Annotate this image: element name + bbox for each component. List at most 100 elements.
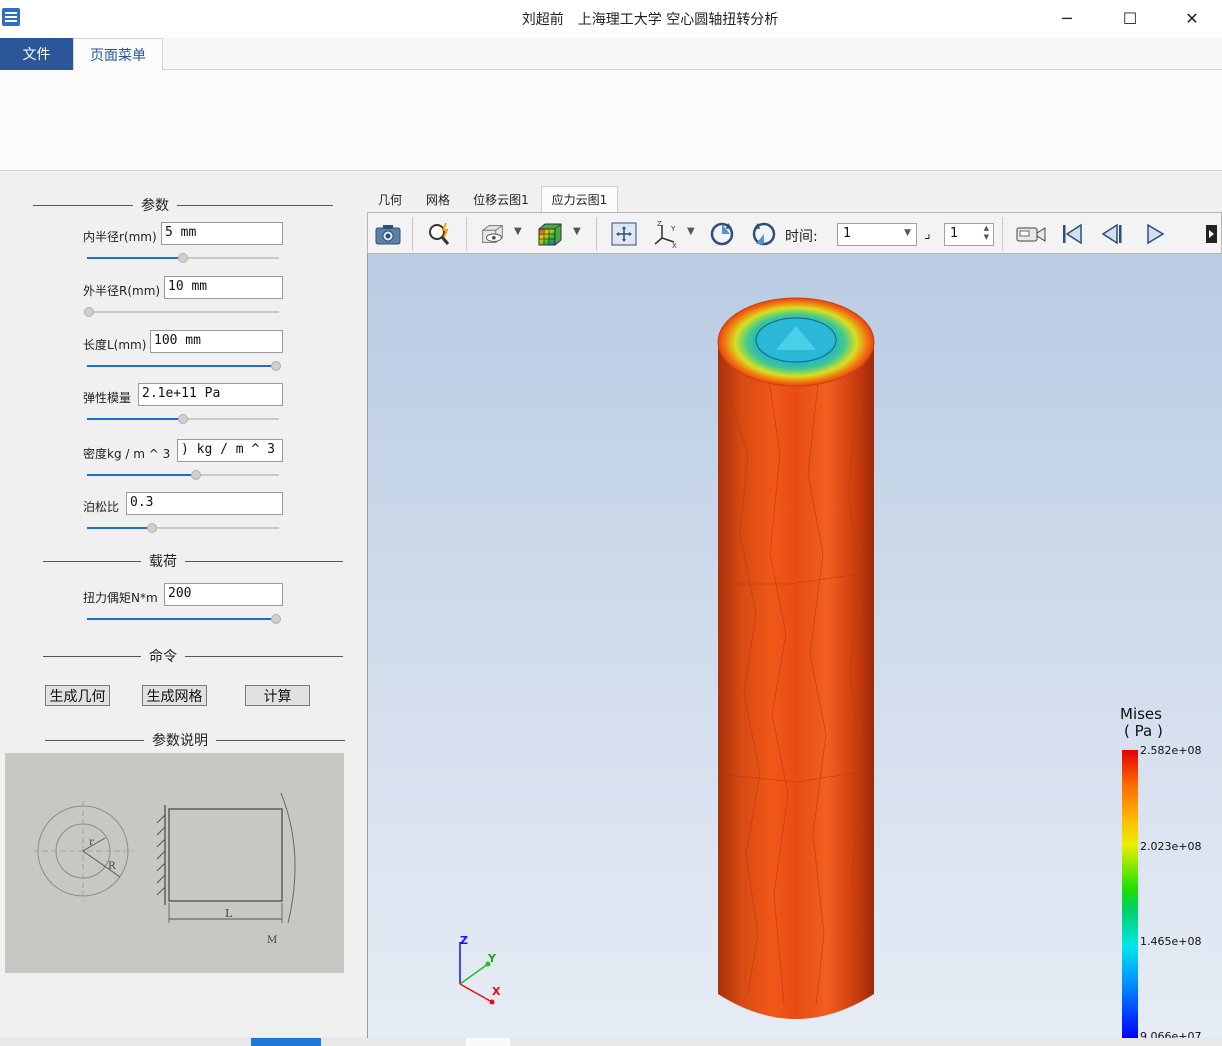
step-value: 1: [950, 226, 959, 241]
sketch-drawing: r R L M: [5, 753, 344, 973]
rotate-ccw-icon[interactable]: [750, 220, 778, 248]
ribbon-body: [0, 70, 1222, 171]
tab-displacement[interactable]: 位移云图1: [466, 186, 536, 212]
record-video-icon[interactable]: [1014, 220, 1048, 248]
tab-mesh[interactable]: 网格: [418, 186, 458, 212]
maximize-button[interactable]: ☐: [1099, 0, 1161, 36]
time-select[interactable]: 1 ▼: [837, 223, 917, 246]
display-mode-icon[interactable]: [478, 220, 506, 248]
slider-thumb: [178, 253, 188, 263]
stress-contour-render: Z Y X: [459, 297, 875, 1019]
legend-unit: ( Pa ): [1124, 722, 1163, 740]
slider-fill: [87, 418, 178, 420]
inner-radius-label: 内半径r(mm): [83, 230, 157, 244]
tab-file[interactable]: 文件: [0, 38, 73, 70]
torque-input[interactable]: 200: [164, 583, 283, 606]
outer-radius-label: 外半径R(mm): [83, 284, 161, 298]
left-panel: 参数 内半径r(mm) 5 mm 外半径R(mm) 10 mm 长度L(mm) …: [0, 172, 366, 1046]
density-slider[interactable]: [87, 470, 279, 480]
compute-button[interactable]: 计算: [245, 685, 310, 706]
inner-radius-slider[interactable]: [87, 253, 279, 263]
step-spinbox[interactable]: 1 ▲ ▼: [944, 223, 994, 246]
fit-view-icon[interactable]: [610, 220, 638, 248]
legend-label-2: 2.023e+08: [1140, 840, 1202, 853]
elastic-modulus-slider[interactable]: [87, 414, 279, 424]
minimize-button[interactable]: ─: [1036, 0, 1098, 36]
poisson-ratio-slider[interactable]: [87, 523, 279, 533]
ribbon-tabs: 文件 页面菜单: [0, 38, 1222, 71]
legend-label-min: 9.066e+07: [1140, 1030, 1202, 1038]
elastic-modulus-input[interactable]: 2.1e+11 Pa: [138, 383, 283, 406]
3d-viewport[interactable]: Z Y X Mises ( Pa ) 2.582e+08 2.023e+08 1…: [367, 254, 1222, 1038]
slider-thumb: [271, 614, 281, 624]
sketch-label-R: R: [108, 861, 116, 872]
legend-label-max: 2.582e+08: [1140, 744, 1202, 757]
poisson-ratio-input[interactable]: 0.3: [126, 492, 283, 515]
density-input[interactable]: ) kg / m ^ 3: [177, 439, 283, 462]
first-frame-icon[interactable]: [1058, 220, 1086, 248]
density-label: 密度kg / m ^ 3: [83, 447, 171, 461]
parameter-sketch-image: r R L M: [5, 753, 344, 973]
time-select-value: 1: [843, 226, 852, 241]
axis-x-label: X: [492, 985, 501, 998]
sketch-label-M: M: [267, 935, 277, 946]
slider-thumb: [271, 361, 281, 371]
sketch-label-r: r: [89, 837, 94, 848]
colormap-dropdown-icon[interactable]: ▼: [573, 226, 581, 237]
tab-stress[interactable]: 应力云图1: [541, 186, 618, 212]
axes-triad: Z Y X: [459, 934, 501, 1005]
close-button[interactable]: ✕: [1161, 0, 1222, 36]
poisson-ratio-label: 泊松比: [83, 500, 120, 514]
length-label: 长度L(mm): [83, 338, 147, 352]
spin-arrows-icon[interactable]: ▲ ▼: [984, 224, 989, 242]
tab-page-menu[interactable]: 页面菜单: [73, 38, 163, 71]
toolbar-overflow-icon[interactable]: [1202, 220, 1220, 248]
play-icon[interactable]: [1141, 220, 1169, 248]
params-title-text: 参数: [141, 198, 169, 214]
legend-title: Mises: [1120, 705, 1162, 723]
load-title-text: 载荷: [149, 554, 177, 570]
camera-icon[interactable]: [374, 220, 402, 248]
taskbar-strip: [0, 1037, 1222, 1046]
slider-fill: [87, 365, 271, 367]
zoom-icon[interactable]: [426, 220, 454, 248]
taskbar-active-item[interactable]: [251, 1038, 321, 1046]
axes-dropdown-icon[interactable]: ▼: [687, 226, 695, 237]
svg-text:Y: Y: [670, 225, 676, 233]
length-input[interactable]: 100 mm: [150, 330, 283, 353]
svg-text:X: X: [672, 242, 677, 248]
elastic-modulus-label: 弹性模量: [83, 391, 132, 405]
outer-radius-slider[interactable]: [84, 307, 279, 317]
inner-radius-input[interactable]: 5 mm: [161, 222, 283, 245]
commands-group-title: 命令: [43, 646, 343, 666]
slider-fill: [87, 618, 271, 620]
slider-thumb: [191, 470, 201, 480]
rotate-cw-icon[interactable]: [708, 220, 736, 248]
outer-radius-input[interactable]: 10 mm: [164, 276, 283, 299]
generate-mesh-button[interactable]: 生成网格: [142, 685, 207, 706]
load-group-title: 载荷: [43, 551, 343, 571]
tab-geometry[interactable]: 几何: [370, 186, 410, 212]
prev-frame-icon[interactable]: [1098, 220, 1126, 248]
slider-thumb: [147, 523, 157, 533]
colormap-icon[interactable]: [536, 220, 564, 248]
step-icon: ⌟: [924, 226, 931, 242]
generate-geometry-button[interactable]: 生成几何: [45, 685, 110, 706]
length-slider[interactable]: [87, 361, 281, 371]
display-mode-dropdown-icon[interactable]: ▼: [514, 226, 522, 237]
time-label: 时间:: [785, 229, 818, 245]
explain-title-text: 参数说明: [152, 733, 208, 749]
explain-group-title: 参数说明: [45, 730, 345, 750]
axis-z-label: Z: [460, 934, 468, 947]
slider-fill: [87, 474, 191, 476]
viewer-toolbar: ▼ ▼ ZY X ▼ 时间: 1 ▼ ⌟ 1 ▲ ▼: [367, 212, 1222, 254]
axes-orientation-icon[interactable]: ZY X: [652, 220, 680, 248]
view-tabs: 几何 网格 位移云图1 应力云图1: [366, 186, 1222, 212]
commands-title-text: 命令: [149, 649, 177, 665]
torque-label: 扭力偶矩N*m: [83, 591, 158, 605]
torque-slider[interactable]: [87, 614, 281, 624]
axis-y-label: Y: [487, 952, 497, 965]
taskbar-item[interactable]: [466, 1038, 510, 1046]
legend-label-3: 1.465e+08: [1140, 935, 1202, 948]
chevron-down-icon: ▼: [904, 228, 911, 238]
